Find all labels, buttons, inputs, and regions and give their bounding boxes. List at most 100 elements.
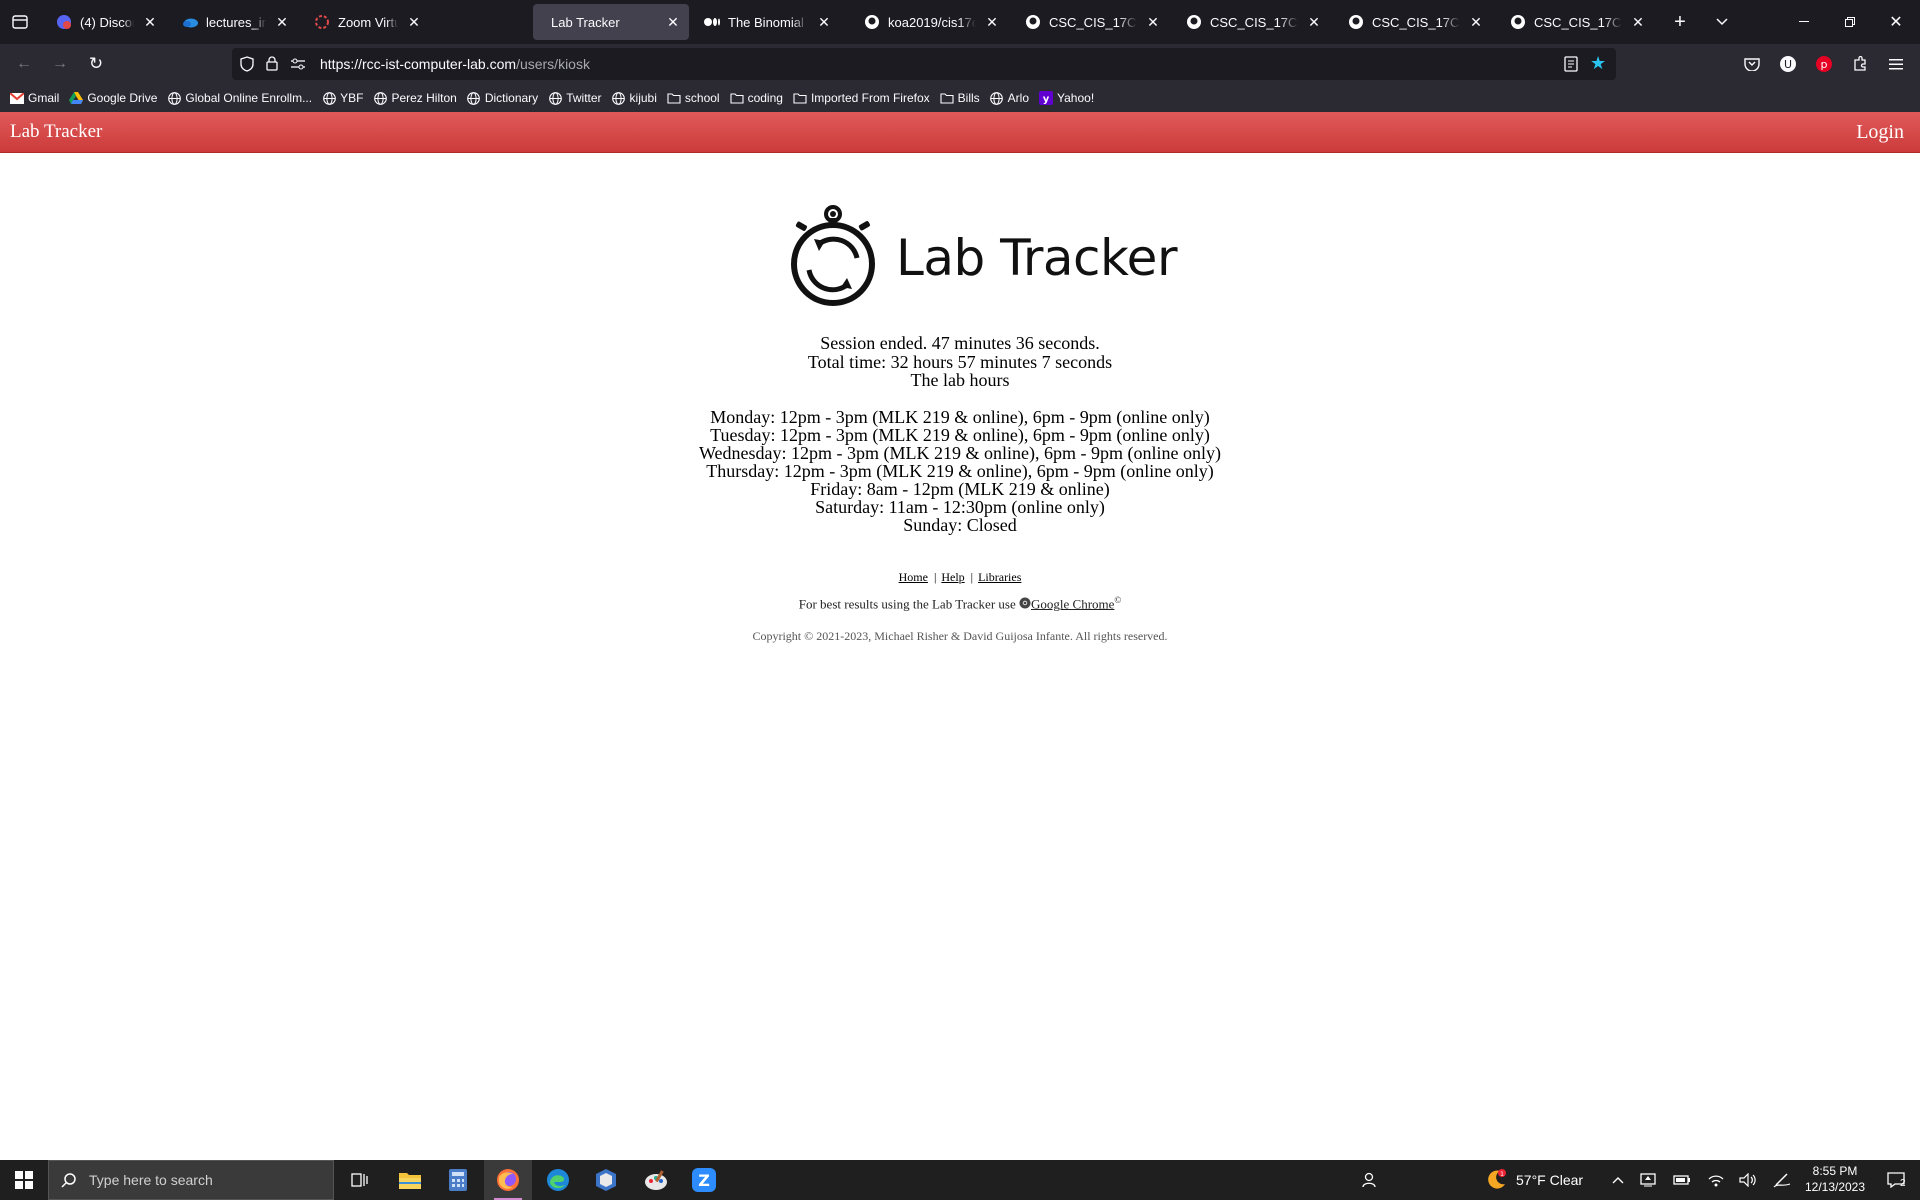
bookmark-star-icon[interactable]: ★	[1590, 54, 1606, 72]
close-tab-icon[interactable]: ✕	[814, 12, 834, 32]
bookmark-item[interactable]: Google Drive	[69, 91, 157, 105]
bookmark-item[interactable]: Imported From Firefox	[793, 91, 930, 105]
bookmark-item[interactable]: kijubi	[612, 91, 657, 105]
bookmark-label: Twitter	[566, 91, 602, 105]
bookmark-label: YBF	[340, 91, 364, 105]
close-tab-icon[interactable]: ✕	[1143, 12, 1163, 32]
bookmark-item[interactable]: Twitter	[548, 91, 602, 105]
clock[interactable]: 8:55 PM 12/13/2023	[1800, 1163, 1870, 1195]
home-link[interactable]: Home	[899, 570, 928, 584]
tab-github-book-4[interactable]: CSC_CIS_17C/Book ✕	[1498, 4, 1654, 40]
folder-icon	[730, 91, 744, 105]
minimize-icon[interactable]	[1790, 12, 1818, 32]
tab-list-chevron-icon[interactable]	[1710, 12, 1734, 32]
bookmark-item[interactable]: Bills	[940, 91, 980, 105]
close-tab-icon[interactable]: ✕	[982, 12, 1002, 32]
tab-title: CSC_CIS_17C/Book	[1372, 14, 1460, 30]
calculator-icon[interactable]	[434, 1160, 482, 1200]
task-view-icon[interactable]	[336, 1160, 384, 1200]
weather-icon[interactable]: 1	[1472, 1160, 1520, 1200]
url-text[interactable]: https://rcc-ist-computer-lab.com/users/k…	[320, 56, 590, 72]
tab-github-book-3[interactable]: CSC_CIS_17C/Book ✕	[1336, 4, 1492, 40]
reader-view-icon[interactable]	[1564, 56, 1578, 77]
new-tab-icon[interactable]: +	[1668, 11, 1692, 33]
bookmark-item[interactable]: Global Online Enrollm...	[167, 91, 312, 105]
folder-icon	[793, 91, 807, 105]
close-window-icon[interactable]: ✕	[1882, 12, 1910, 32]
zoom-app-icon[interactable]: Z	[680, 1160, 728, 1200]
tab-github-book-1[interactable]: CSC_CIS_17C/Book ✕	[1013, 4, 1169, 40]
virtualbox-icon[interactable]	[582, 1160, 630, 1200]
chrome-logo-icon	[1019, 597, 1031, 613]
restore-icon[interactable]	[1836, 12, 1864, 32]
list-all-tabs-icon[interactable]	[8, 12, 32, 32]
back-icon[interactable]: ←	[12, 54, 36, 74]
close-tab-icon[interactable]: ✕	[272, 12, 292, 32]
forward-icon[interactable]: →	[48, 54, 72, 74]
lock-icon[interactable]	[266, 56, 278, 76]
bookmark-item[interactable]: y Yahoo!	[1039, 91, 1094, 105]
bookmark-item[interactable]: coding	[730, 91, 783, 105]
zoom-loading-icon	[314, 14, 330, 30]
tab-onedrive[interactable]: lectures_imgs - One ✕	[170, 4, 298, 40]
close-tab-icon[interactable]: ✕	[663, 12, 683, 32]
bookmark-label: Bills	[957, 91, 980, 105]
tab-discord[interactable]: (4) Discord | @On C ✕	[44, 4, 166, 40]
close-tab-icon[interactable]: ✕	[1304, 12, 1324, 32]
close-tab-icon[interactable]: ✕	[1628, 12, 1648, 32]
bookmark-item[interactable]: school	[667, 91, 720, 105]
account-avatar-icon[interactable]: U	[1778, 54, 1798, 74]
firefox-icon[interactable]	[484, 1160, 532, 1200]
separator: |	[933, 570, 937, 584]
bookmark-label: Gmail	[28, 91, 60, 105]
globe-icon	[467, 91, 481, 105]
bookmark-label: Imported From Firefox	[810, 91, 930, 105]
people-icon[interactable]	[1346, 1160, 1394, 1200]
lab-tracker-logo: Lab Tracker	[786, 203, 1178, 313]
close-tab-icon[interactable]: ✕	[404, 12, 424, 32]
extensions-puzzle-icon[interactable]	[1850, 54, 1870, 74]
close-tab-icon[interactable]: ✕	[1466, 12, 1486, 32]
pinterest-extension-icon[interactable]: p	[1814, 54, 1834, 74]
browser-recommendation: For best results using the Lab Tracker u…	[0, 595, 1920, 613]
tab-github-book-2[interactable]: CSC_CIS_17C/Book ✕	[1174, 4, 1330, 40]
bookmark-item[interactable]: Perez Hilton	[373, 91, 457, 105]
edge-icon[interactable]	[534, 1160, 582, 1200]
bookmark-item[interactable]: YBF	[322, 91, 363, 105]
windows-start-icon[interactable]	[0, 1160, 48, 1200]
tab-zoom[interactable]: Zoom Virtual Open ✕	[302, 4, 430, 40]
google-chrome-link[interactable]: Google Chrome	[1031, 596, 1114, 611]
login-link[interactable]: Login	[1856, 121, 1904, 144]
bookmark-item[interactable]: Dictionary	[467, 91, 538, 105]
tab-lab-tracker[interactable]: Lab Tracker ✕	[533, 4, 689, 40]
notification-center-icon[interactable]: 2	[1876, 1160, 1916, 1200]
libraries-link[interactable]: Libraries	[978, 570, 1021, 584]
globe-icon	[990, 91, 1004, 105]
bookmark-item[interactable]: Gmail	[10, 91, 59, 105]
tab-medium[interactable]: The Binomial Theor ✕	[692, 4, 840, 40]
pocket-icon[interactable]	[1742, 54, 1762, 74]
taskbar-search-input[interactable]: Type here to search	[48, 1160, 334, 1200]
weather-text[interactable]: 57°F Clear	[1516, 1172, 1583, 1188]
pen-ink-icon[interactable]	[1762, 1160, 1802, 1200]
close-tab-icon[interactable]: ✕	[140, 12, 160, 32]
globe-icon	[373, 91, 387, 105]
site-brand-link[interactable]: Lab Tracker	[10, 121, 102, 143]
tracking-protection-shield-icon[interactable]	[240, 56, 254, 77]
best-results-text: For best results using the Lab Tracker u…	[798, 596, 1019, 612]
hours-sunday: Sunday: Closed	[903, 515, 1017, 535]
github-icon	[1186, 14, 1202, 30]
paint-brush-app-icon[interactable]	[632, 1160, 680, 1200]
tab-github-koa[interactable]: koa2019/cis17c_fall ✕	[852, 4, 1008, 40]
help-link[interactable]: Help	[941, 570, 964, 584]
permissions-icon[interactable]	[290, 57, 306, 76]
address-bar[interactable]: https://rcc-ist-computer-lab.com/users/k…	[232, 48, 1616, 80]
file-explorer-icon[interactable]	[386, 1160, 434, 1200]
svg-text:1: 1	[1500, 1171, 1504, 1178]
onedrive-icon	[182, 14, 198, 30]
reload-icon[interactable]: ↻	[84, 54, 108, 74]
hamburger-menu-icon[interactable]	[1886, 54, 1906, 74]
url-path: /users/kiosk	[516, 56, 590, 72]
bookmark-item[interactable]: Arlo	[990, 91, 1029, 105]
site-header: Lab Tracker Login	[0, 112, 1920, 153]
